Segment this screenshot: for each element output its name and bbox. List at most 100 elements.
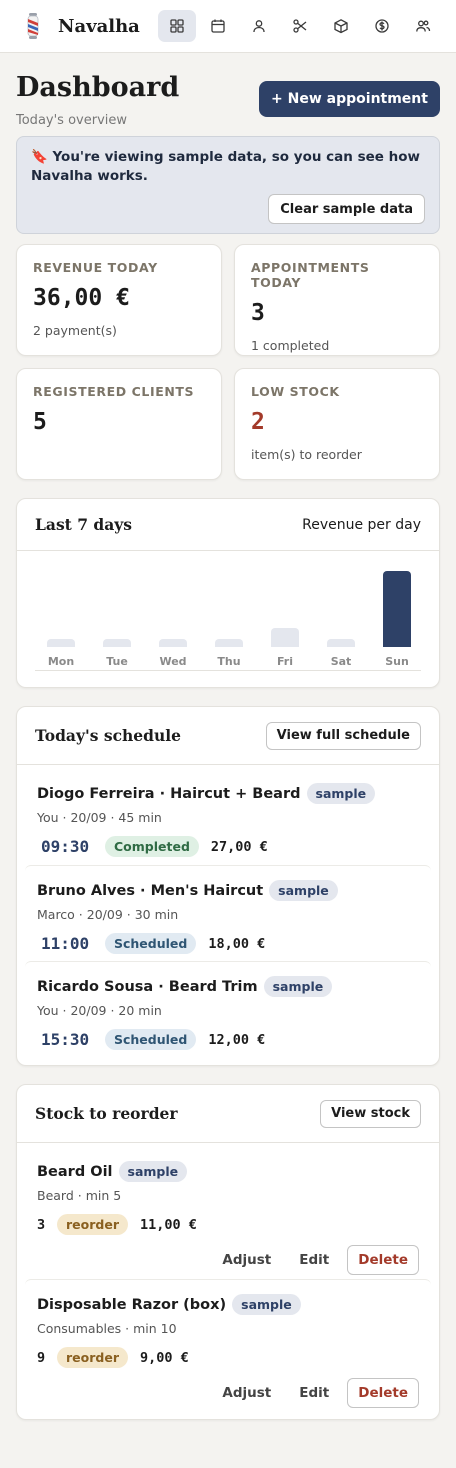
appointment-title: Bruno Alves · Men's Haircut [37, 882, 264, 899]
stock-title-row: Disposable Razor (box) sample [37, 1294, 419, 1315]
chart-day-label: Thu [217, 655, 241, 668]
chart-bar [103, 639, 131, 647]
main-nav [157, 10, 442, 42]
appointment-details: Marco · 20/09 · 30 min [37, 907, 179, 922]
status-badge: Scheduled [105, 933, 197, 954]
appointment-time: 15:30 [41, 1030, 90, 1049]
revenue-chart-card: Last 7 days Revenue per day Mon Tue Wed Thu… [16, 498, 440, 688]
appointment-title: Ricardo Sousa · Beard Trim [37, 978, 258, 995]
stat-value: 3 [251, 300, 265, 326]
delete-button[interactable]: Delete [347, 1245, 419, 1275]
reorder-badge: reorder [57, 1214, 128, 1235]
schedule-title: Today's schedule [35, 726, 182, 745]
appointment-details: You · 20/09 · 45 min [37, 810, 162, 825]
appointment-time: 11:00 [41, 934, 90, 953]
stat-value: 36,00 € [33, 285, 130, 311]
adjust-button[interactable]: Adjust [212, 1246, 281, 1274]
chart-day-label: Sun [385, 655, 409, 668]
barber-pole-logo-icon [22, 13, 44, 39]
dollar-icon [375, 19, 389, 33]
sample-data-message: 🔖 You're viewing sample data, so you can… [31, 149, 420, 184]
sample-data-banner: 🔖 You're viewing sample data, so you can… [16, 136, 440, 234]
stat-sub: item(s) to reorder [251, 447, 362, 462]
revenue-bar-chart: Mon Tue Wed Thu Fri Sat Sun [17, 551, 439, 687]
box-icon [334, 19, 348, 34]
stat-card-low-stock: LOW STOCK 2 item(s) to reorder [234, 368, 440, 480]
chart-bar [327, 639, 355, 647]
view-stock-button[interactable]: View stock [320, 1099, 421, 1128]
nav-team[interactable] [404, 10, 442, 42]
appointment-item[interactable]: Ricardo Sousa · Beard Trim sample You · … [25, 961, 431, 1057]
page-title: Dashboard [16, 72, 180, 103]
view-full-schedule-button[interactable]: View full schedule [265, 721, 421, 750]
chart-day-label: Tue [106, 655, 128, 668]
stat-label: LOW STOCK [251, 384, 340, 399]
nav-clients[interactable] [240, 10, 278, 42]
chart-bar [215, 639, 243, 647]
delete-button[interactable]: Delete [347, 1378, 419, 1408]
scissors-icon [293, 19, 307, 33]
appointment-title-row: Bruno Alves · Men's Haircut sample [37, 880, 419, 901]
users-icon [415, 20, 430, 32]
schedule-card: Today's schedule View full schedule Diog… [16, 706, 440, 1066]
appointment-item[interactable]: Bruno Alves · Men's Haircut sample Marco… [25, 865, 431, 961]
appointment-title: Diogo Ferreira · Haircut + Beard [37, 785, 301, 802]
nav-stock[interactable] [322, 10, 360, 42]
calendar-icon [211, 19, 225, 33]
nav-dashboard[interactable] [157, 10, 196, 42]
appointment-price: 12,00 € [208, 1031, 266, 1048]
app-name: Navalha [58, 15, 140, 37]
chart-day-label: Mon [47, 655, 75, 668]
stock-meta-row: 3 reorder 11,00 € [37, 1214, 419, 1235]
user-icon [253, 20, 265, 33]
stock-card: Stock to reorder View stock Beard Oil sa… [16, 1084, 440, 1420]
sample-tag: sample [269, 880, 338, 901]
nav-calendar[interactable] [199, 10, 237, 42]
chart-bar [159, 639, 187, 647]
stock-header: Stock to reorder View stock [17, 1085, 439, 1143]
sample-tag: sample [306, 783, 376, 804]
stock-price: 9,00 € [140, 1349, 189, 1366]
new-appointment-button[interactable]: + New appointment [259, 81, 440, 117]
stat-card-clients: REGISTERED CLIENTS 5 [16, 368, 222, 480]
appointment-meta-row: 15:30 Scheduled 12,00 € [37, 1029, 419, 1050]
appointment-details: You · 20/09 · 20 min [37, 1003, 162, 1018]
stat-sub: 2 payment(s) [33, 323, 117, 338]
edit-button[interactable]: Edit [289, 1246, 339, 1274]
chart-bar [383, 571, 411, 647]
clear-sample-data-button[interactable]: Clear sample data [268, 194, 425, 224]
chart-bar [271, 628, 299, 647]
top-bar: Navalha [0, 0, 456, 53]
sample-tag: sample [118, 1161, 188, 1182]
stock-item: Disposable Razor (box) sample Consumable… [25, 1279, 431, 1411]
appointment-item[interactable]: Diogo Ferreira · Haircut + Beard sample … [25, 769, 431, 865]
schedule-header: Today's schedule View full schedule [17, 707, 439, 765]
stock-item-name: Beard Oil [37, 1163, 113, 1180]
reorder-badge: reorder [57, 1347, 128, 1368]
dashboard-grid-icon [170, 19, 184, 33]
stock-item-name: Disposable Razor (box) [37, 1296, 227, 1313]
sample-tag: sample [263, 976, 333, 997]
stock-title-row: Beard Oil sample [37, 1161, 419, 1182]
sample-tag: sample [232, 1294, 301, 1315]
status-badge: Completed [105, 836, 199, 857]
stock-item-details: Beard · min 5 [37, 1188, 122, 1203]
appointment-time: 09:30 [41, 837, 90, 856]
nav-services[interactable] [281, 10, 319, 42]
appointment-title-row: Ricardo Sousa · Beard Trim sample [37, 976, 419, 997]
chart-day-label: Fri [276, 655, 293, 668]
appointment-meta-row: 09:30 Completed 27,00 € [37, 836, 419, 857]
edit-button[interactable]: Edit [289, 1379, 339, 1407]
stock-price: 11,00 € [140, 1216, 197, 1233]
nav-payments[interactable] [363, 10, 401, 42]
appointment-title-row: Diogo Ferreira · Haircut + Beard sample [37, 783, 419, 804]
stat-value: 5 [33, 409, 47, 435]
page-subtitle: Today's overview [16, 113, 128, 128]
stock-item: Beard Oil sample Beard · min 5 3 reorder… [25, 1147, 431, 1279]
adjust-button[interactable]: Adjust [212, 1379, 281, 1407]
chart-bar [47, 639, 75, 647]
chart-day-label: Sat [330, 655, 352, 668]
appointment-meta-row: 11:00 Scheduled 18,00 € [37, 933, 419, 954]
stat-card-revenue: REVENUE TODAY 36,00 € 2 payment(s) [16, 244, 222, 356]
stock-actions: Adjust Edit Delete [37, 1378, 419, 1408]
